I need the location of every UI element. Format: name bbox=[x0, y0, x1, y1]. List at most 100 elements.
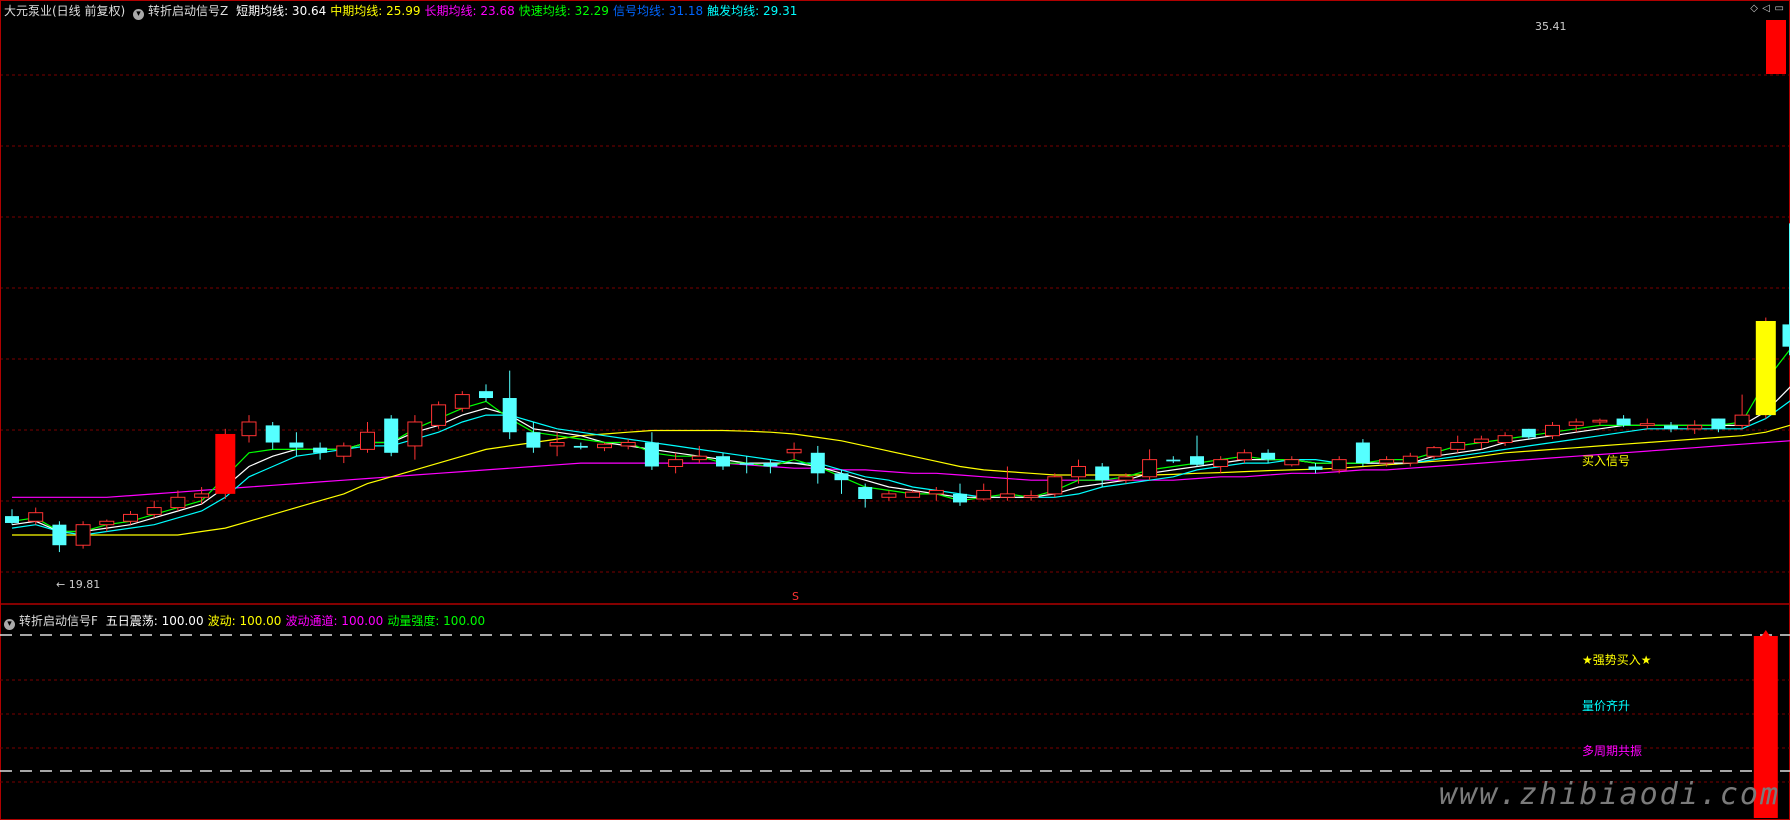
candle[interactable] bbox=[834, 469, 849, 494]
candle[interactable] bbox=[1047, 473, 1063, 498]
candle-body bbox=[573, 445, 588, 448]
candle[interactable] bbox=[1450, 435, 1466, 453]
candle[interactable] bbox=[1639, 418, 1655, 429]
candle[interactable] bbox=[1687, 420, 1703, 434]
candle[interactable] bbox=[1308, 463, 1323, 474]
candle-body bbox=[976, 489, 992, 500]
candle[interactable] bbox=[1166, 456, 1181, 464]
candle-body bbox=[834, 473, 849, 481]
indicator-name[interactable]: 转折启动信号Z bbox=[148, 4, 228, 18]
sub-indicator-values: 五日震荡: 100.00 波动: 100.00 波动通道: 100.00 动量强度: … bbox=[106, 614, 489, 628]
candle[interactable] bbox=[1616, 415, 1631, 428]
candle[interactable] bbox=[123, 510, 138, 525]
candle[interactable] bbox=[881, 490, 897, 501]
candle[interactable] bbox=[5, 509, 19, 525]
candle[interactable] bbox=[1261, 449, 1276, 464]
diamond-icon[interactable]: ◇ bbox=[1750, 3, 1758, 14]
candle-body bbox=[905, 491, 921, 498]
candle[interactable] bbox=[170, 490, 186, 511]
candle[interactable] bbox=[454, 391, 470, 412]
candle[interactable] bbox=[407, 415, 423, 460]
candle-body bbox=[479, 391, 493, 399]
candle[interactable] bbox=[597, 442, 612, 452]
candle-body bbox=[597, 443, 612, 449]
candle[interactable] bbox=[953, 483, 967, 506]
candle[interactable] bbox=[1734, 394, 1750, 429]
candle[interactable] bbox=[786, 442, 802, 460]
trigger-ma-line bbox=[11, 400, 1790, 536]
candle[interactable] bbox=[1664, 421, 1678, 433]
candle[interactable] bbox=[976, 483, 992, 501]
indicator-values: 短期均线: 30.64 中期均线: 25.99 长期均线: 23.68 快速均线: 3… bbox=[236, 4, 801, 18]
candle-body bbox=[1545, 424, 1560, 437]
candle[interactable] bbox=[1190, 435, 1204, 467]
candle-body bbox=[763, 463, 778, 467]
main-indicator-value-5: 触发均线: 29.31 bbox=[707, 4, 798, 18]
candle-body bbox=[1497, 435, 1513, 444]
signal-volume-price: 量价齐升 bbox=[1582, 699, 1631, 713]
candle-body bbox=[336, 445, 352, 457]
candle[interactable] bbox=[431, 401, 447, 429]
sub-indicator-value-1: 波动: 100.00 bbox=[207, 614, 282, 628]
candle[interactable] bbox=[336, 442, 352, 464]
candle[interactable] bbox=[1568, 418, 1584, 433]
signal-multi-period: 多周期共振 bbox=[1582, 744, 1643, 758]
candle[interactable] bbox=[1521, 428, 1536, 440]
candle[interactable] bbox=[644, 432, 659, 470]
candle-body bbox=[1379, 459, 1395, 464]
candle-body bbox=[1687, 424, 1703, 430]
candle[interactable] bbox=[1023, 490, 1039, 501]
candle[interactable] bbox=[763, 459, 778, 474]
candle[interactable] bbox=[313, 442, 328, 460]
candle-body bbox=[549, 442, 565, 447]
main-indicator-value-2: 长期均线: 23.68 bbox=[424, 4, 515, 18]
candle[interactable] bbox=[573, 442, 588, 450]
candle-body bbox=[384, 418, 399, 453]
candle[interactable] bbox=[75, 521, 91, 549]
candle[interactable] bbox=[1284, 456, 1300, 467]
candle-body bbox=[1734, 414, 1750, 426]
indicator-toggle-icon[interactable]: ▾ bbox=[133, 9, 145, 20]
candle-body bbox=[644, 442, 659, 467]
candle[interactable] bbox=[52, 521, 67, 553]
candle-body bbox=[786, 448, 802, 454]
back-icon[interactable]: ◁ bbox=[1762, 3, 1770, 14]
candle[interactable] bbox=[1782, 223, 1790, 356]
chart-canvas[interactable] bbox=[0, 0, 1790, 820]
fast-ma-line bbox=[11, 348, 1790, 533]
candle-body bbox=[739, 463, 754, 465]
candle-body bbox=[265, 425, 280, 443]
candle[interactable] bbox=[810, 445, 825, 484]
sub-signal-arrow bbox=[1761, 630, 1770, 636]
candle[interactable] bbox=[1473, 435, 1489, 450]
candle[interactable] bbox=[620, 439, 636, 450]
candle[interactable] bbox=[384, 415, 399, 457]
candle[interactable] bbox=[716, 452, 730, 470]
candle[interactable] bbox=[241, 415, 257, 443]
candle-body bbox=[289, 442, 304, 448]
candle[interactable] bbox=[360, 421, 375, 453]
sub-indicator-name[interactable]: 转折启动信号F bbox=[19, 614, 98, 628]
candle-body bbox=[1355, 442, 1370, 464]
candle[interactable] bbox=[1142, 449, 1158, 481]
candle[interactable] bbox=[1355, 439, 1370, 467]
candle[interactable] bbox=[1402, 452, 1418, 467]
stock-name[interactable]: 大元泵业(日线 前复权) bbox=[4, 4, 125, 18]
candle-body bbox=[1118, 476, 1134, 481]
window-icon[interactable]: ▭ bbox=[1775, 3, 1784, 14]
main-indicator-value-0: 短期均线: 30.64 bbox=[236, 4, 327, 18]
candle-body bbox=[1284, 459, 1300, 466]
candle[interactable] bbox=[1592, 418, 1608, 426]
candle[interactable] bbox=[502, 370, 517, 440]
candle[interactable] bbox=[265, 421, 280, 450]
candle-body bbox=[1095, 466, 1110, 481]
candle[interactable] bbox=[479, 384, 493, 402]
candle-body bbox=[858, 487, 873, 500]
candle[interactable] bbox=[739, 456, 754, 474]
candle[interactable] bbox=[289, 432, 304, 457]
candle[interactable] bbox=[858, 483, 873, 508]
candle-body bbox=[928, 489, 944, 495]
candle[interactable] bbox=[928, 487, 944, 501]
indicator-toggle-icon[interactable]: ▾ bbox=[4, 619, 15, 630]
candle[interactable] bbox=[1236, 449, 1252, 464]
